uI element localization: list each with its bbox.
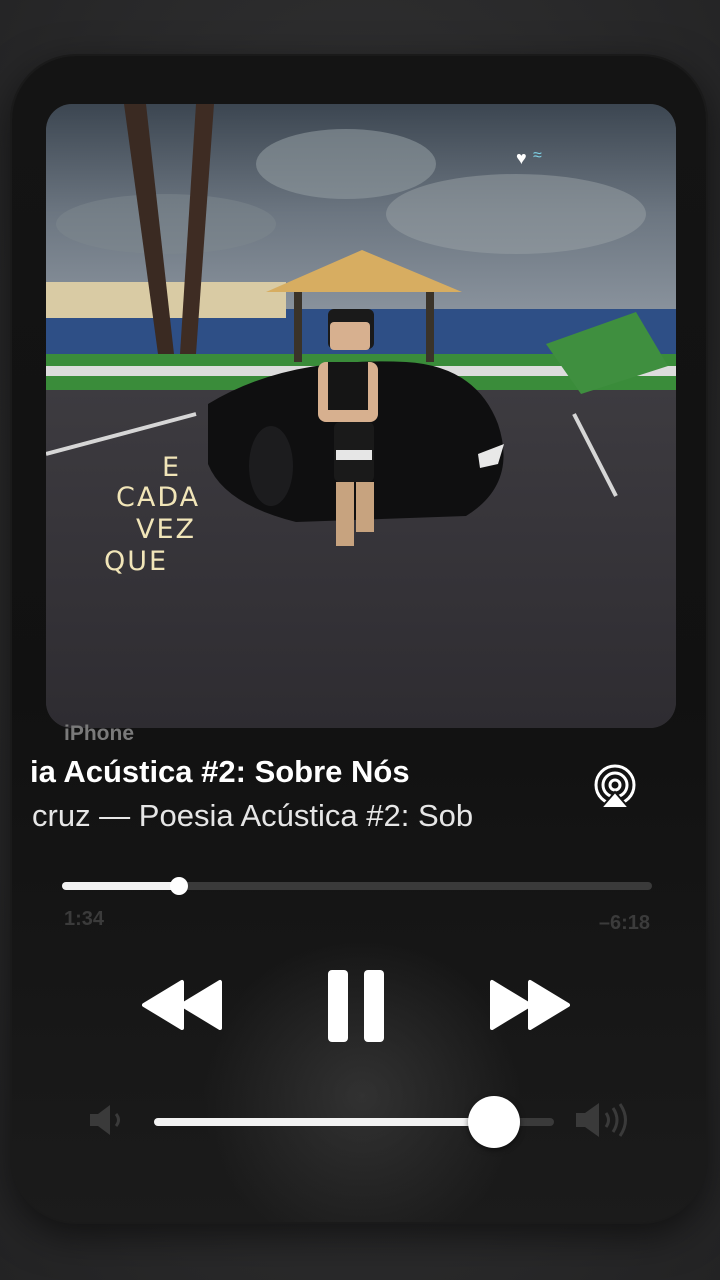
airplay-icon[interactable] bbox=[592, 764, 638, 810]
wave-icon: ≈ bbox=[533, 147, 542, 164]
track-title-text: ia Acústica #2: Sobre Nós bbox=[30, 754, 410, 789]
album-artwork: E CADA VEZ QUE ♥ ≈ bbox=[46, 104, 676, 728]
screen: E CADA VEZ QUE ♥ ≈ iPhone ia Acústica #2… bbox=[0, 0, 720, 1280]
artwork-scene bbox=[46, 104, 676, 728]
progress-fill bbox=[62, 882, 179, 890]
track-subtitle-text: cruz — Poesia Acústica #2: Sob bbox=[32, 798, 474, 833]
lyric-word-3: VEZ bbox=[136, 514, 197, 545]
pause-button[interactable] bbox=[326, 968, 386, 1044]
lyric-word-2: CADA bbox=[116, 482, 201, 513]
rewind-button[interactable] bbox=[142, 978, 224, 1032]
lyric-word-1: E bbox=[162, 452, 182, 483]
speaker-low-icon bbox=[90, 1105, 120, 1135]
volume-knob[interactable] bbox=[468, 1096, 520, 1148]
music-player-card: E CADA VEZ QUE ♥ ≈ iPhone ia Acústica #2… bbox=[12, 56, 706, 1222]
elapsed-time: 1:34 bbox=[64, 908, 105, 930]
progress-scrubber[interactable] bbox=[169, 877, 188, 895]
output-device-label: iPhone bbox=[64, 722, 135, 745]
volume-fill bbox=[154, 1118, 494, 1126]
speaker-high-icon bbox=[576, 1103, 627, 1137]
remaining-time: –6:18 bbox=[598, 912, 650, 934]
playback-progress-bar[interactable] bbox=[62, 877, 652, 895]
volume-slider[interactable] bbox=[154, 1096, 554, 1148]
track-subtitle: cruz — Poesia Acústica #2: Sob bbox=[12, 798, 574, 834]
track-title: ia Acústica #2: Sobre Nós bbox=[12, 754, 572, 790]
lyric-word-4: QUE bbox=[104, 546, 169, 577]
fast-forward-button[interactable] bbox=[488, 978, 570, 1032]
heart-icon: ♥ bbox=[516, 148, 527, 168]
